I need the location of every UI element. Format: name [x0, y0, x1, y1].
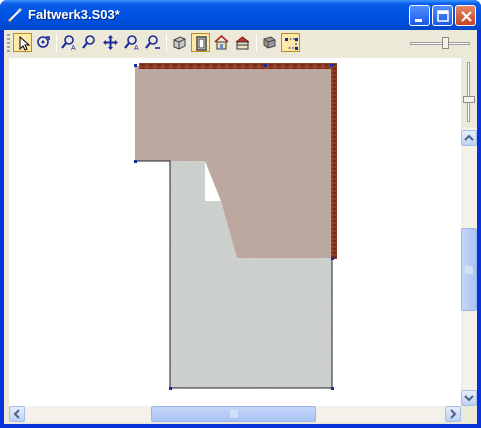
zoom-slider[interactable] [408, 35, 472, 51]
zoom-window-icon [145, 35, 160, 49]
close-button[interactable] [455, 5, 476, 26]
zoom-slider-thumb[interactable] [442, 37, 449, 49]
vertical-zoom-track [467, 62, 470, 122]
brown-surface[interactable] [129, 62, 339, 262]
select-pointer-button[interactable] [13, 33, 32, 52]
house-icon [214, 34, 229, 50]
toolbar-separator [256, 34, 257, 52]
right-brick-edge[interactable] [331, 63, 337, 259]
chevron-down-icon [464, 395, 474, 402]
vertical-scrollbar[interactable] [461, 58, 477, 406]
horizontal-scrollbar[interactable] [9, 406, 461, 422]
cube-3d-icon [173, 36, 186, 50]
toolbar: A A [4, 30, 477, 56]
house-view-button[interactable] [212, 33, 231, 52]
application-window: Faltwerk3.S03* A A [0, 0, 481, 428]
close-icon [461, 11, 472, 22]
vertex-marker[interactable] [264, 64, 267, 67]
title-bar[interactable]: Faltwerk3.S03* [0, 0, 481, 30]
toolbar-separator [166, 34, 167, 52]
render-box-icon [263, 36, 276, 49]
scroll-left-button[interactable] [9, 406, 25, 422]
plan-view-icon [196, 36, 207, 51]
point-snap-button[interactable] [281, 33, 300, 52]
vertical-zoom-slider[interactable] [461, 58, 477, 128]
vertex-marker[interactable] [134, 64, 137, 67]
zoom-all-icon: A [124, 35, 139, 51]
toolbar-grip[interactable] [7, 34, 10, 53]
minimize-button[interactable] [409, 5, 430, 26]
grip-lines-icon [465, 266, 473, 273]
scroll-up-button[interactable] [461, 130, 477, 146]
chevron-left-icon [13, 409, 20, 419]
vertex-marker[interactable] [169, 387, 172, 390]
drawing-canvas[interactable] [9, 58, 461, 406]
maximize-icon [437, 10, 449, 22]
pen-tool-icon [8, 7, 23, 22]
section-house-icon [235, 36, 250, 50]
svg-text:A: A [71, 45, 76, 51]
horizontal-scroll-thumb[interactable] [151, 406, 316, 422]
chevron-right-icon [450, 409, 457, 419]
vertical-zoom-thumb[interactable] [463, 96, 475, 103]
zoom-previous-icon: A [61, 35, 76, 51]
top-brick-edge[interactable] [139, 63, 335, 69]
zoom-previous-button[interactable]: A [59, 33, 78, 52]
chevron-up-icon [464, 134, 474, 141]
render-mode-button[interactable] [260, 33, 279, 52]
svg-text:A: A [134, 45, 139, 51]
zoom-slider-track [410, 42, 470, 45]
vertical-scroll-thumb[interactable] [461, 228, 477, 311]
3d-view-button[interactable] [170, 33, 189, 52]
zoom-all-button[interactable]: A [122, 33, 141, 52]
maximize-button[interactable] [432, 5, 453, 26]
section-view-button[interactable] [233, 33, 252, 52]
scroll-right-button[interactable] [445, 406, 461, 422]
floor-plan-drawing[interactable] [9, 58, 461, 406]
rotate-view-button[interactable] [34, 33, 53, 52]
zoom-window-button[interactable] [143, 33, 162, 52]
toolbar-separator [56, 34, 57, 52]
window-title: Faltwerk3.S03* [28, 7, 120, 22]
vertex-marker[interactable] [331, 257, 334, 260]
arrow-pointer-icon [19, 35, 31, 51]
vertex-marker[interactable] [134, 160, 137, 163]
vertex-marker[interactable] [330, 64, 333, 67]
rotate-view-icon [37, 36, 50, 48]
grip-lines-icon [230, 410, 237, 418]
point-snap-icon [285, 38, 298, 50]
pan-button[interactable] [101, 33, 120, 52]
pan-arrows-icon [103, 35, 118, 50]
scroll-down-button[interactable] [461, 390, 477, 406]
vertex-marker[interactable] [331, 387, 334, 390]
plan-view-button[interactable] [191, 33, 210, 52]
zoom-in-button[interactable] [80, 33, 99, 52]
client-area: A A [4, 30, 477, 424]
minimize-icon [415, 19, 422, 22]
zoom-in-icon [82, 35, 95, 49]
